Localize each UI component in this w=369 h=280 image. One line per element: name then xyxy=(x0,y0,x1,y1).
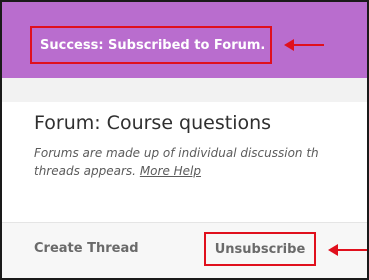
success-banner: Success: Subscribed to Forum. xyxy=(2,2,367,78)
screenshot-frame: Success: Subscribed to Forum. Forum: Cou… xyxy=(0,0,369,280)
page-title: Forum: Course questions xyxy=(34,112,272,134)
forum-content: Forum: Course questions Forums are made … xyxy=(2,78,367,278)
action-bar: Create Thread Unsubscribe xyxy=(2,223,367,278)
unsubscribe-button[interactable]: Unsubscribe xyxy=(204,232,316,266)
forum-description: Forums are made up of individual discuss… xyxy=(34,144,367,180)
unsubscribe-label: Unsubscribe xyxy=(214,241,306,257)
top-gray-bar xyxy=(2,78,367,102)
forum-description-line1: Forums are made up of individual discuss… xyxy=(34,146,319,160)
success-message: Success: Subscribed to Forum. xyxy=(40,37,266,53)
create-thread-button[interactable]: Create Thread xyxy=(34,241,139,256)
forum-description-line2-prefix: threads appears. xyxy=(34,164,136,178)
forum-description-line2: threads appears. More Help xyxy=(34,162,367,180)
more-help-link[interactable]: More Help xyxy=(140,164,201,178)
arrow-left-icon xyxy=(284,39,324,51)
success-highlight-box: Success: Subscribed to Forum. xyxy=(30,26,272,64)
arrow-left-icon xyxy=(328,244,367,256)
